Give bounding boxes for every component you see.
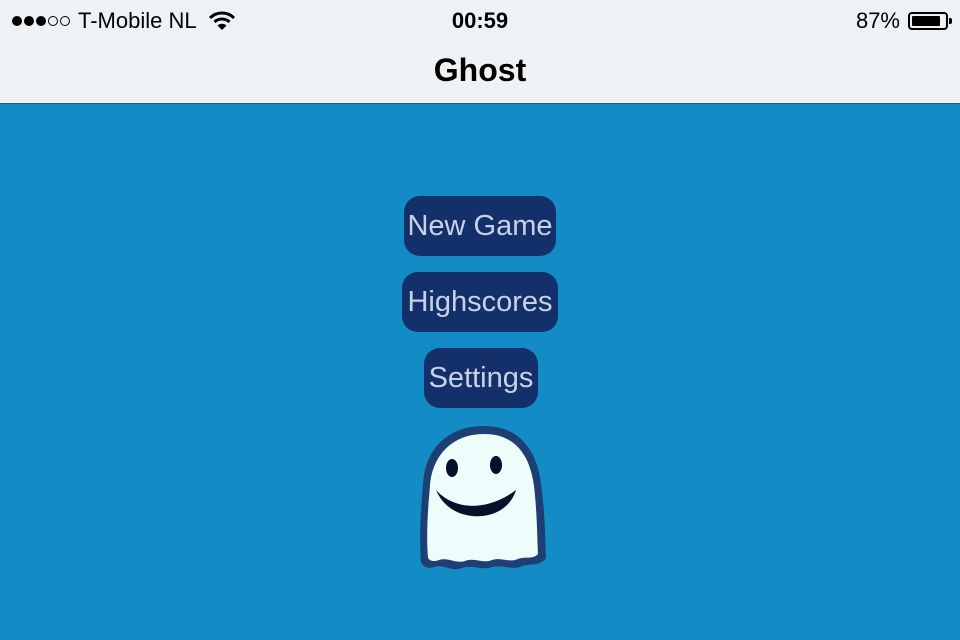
battery-icon	[908, 12, 952, 30]
battery-tip	[949, 18, 952, 24]
app-screen: T-Mobile NL 00:59 87% Ghost New Game Hig…	[0, 0, 960, 640]
status-right: 87%	[855, 8, 952, 34]
highscores-button[interactable]: Highscores	[402, 272, 558, 332]
status-bar: T-Mobile NL 00:59 87%	[0, 0, 960, 40]
navigation-bar: Ghost	[0, 40, 960, 104]
ghost-mascot-icon	[412, 424, 548, 576]
battery-fill	[912, 16, 940, 26]
battery-percent: 87%	[855, 8, 900, 33]
settings-button[interactable]: Settings	[424, 348, 538, 408]
status-time: 00:59	[451, 8, 509, 33]
page-title: Ghost	[433, 52, 527, 88]
new-game-button[interactable]: New Game	[404, 196, 556, 256]
